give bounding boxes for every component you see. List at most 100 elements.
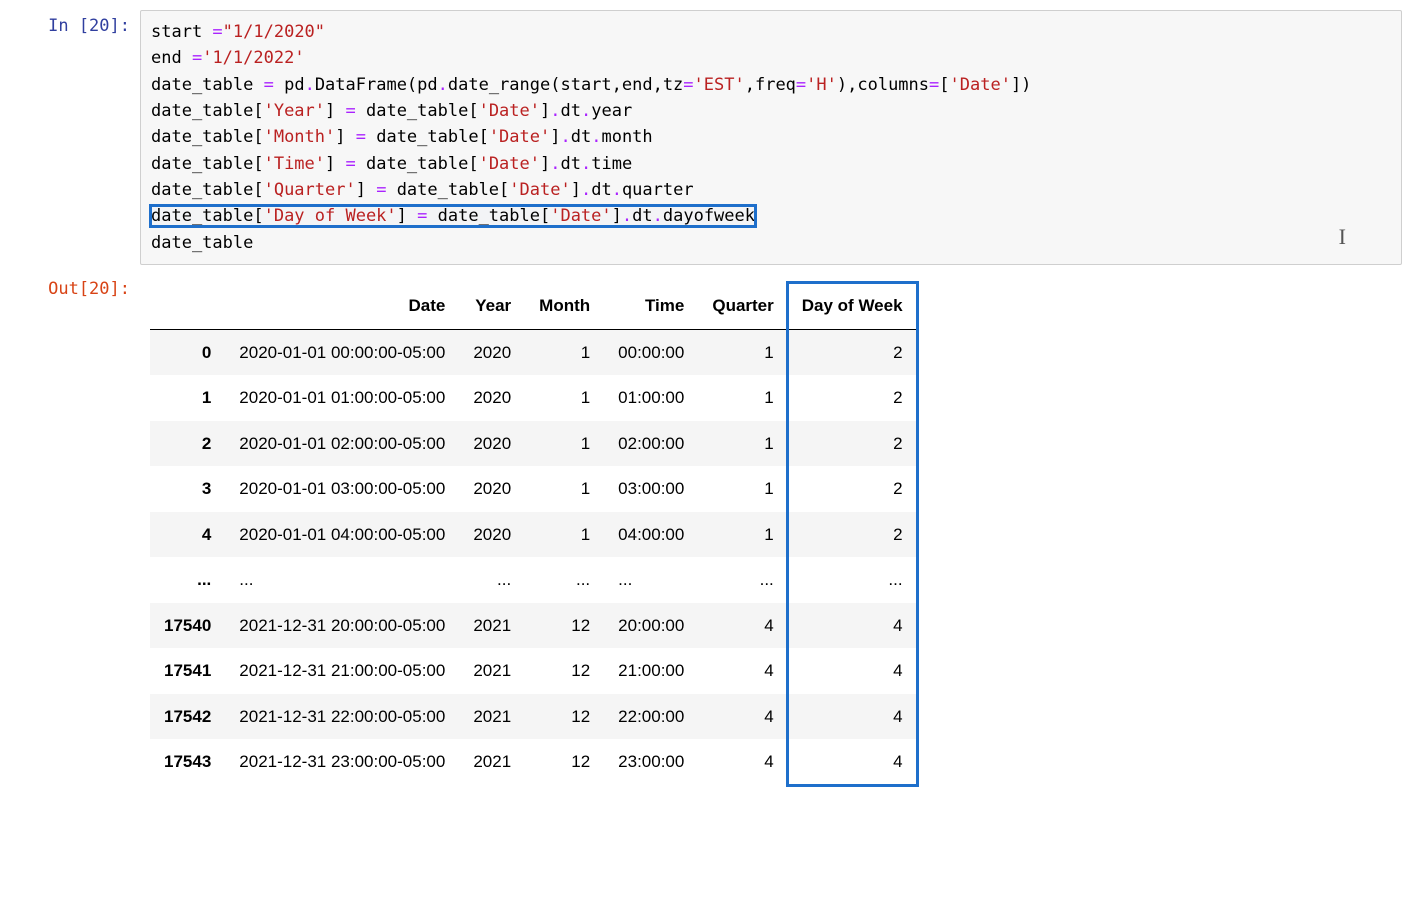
code-token: date_table <box>151 233 253 253</box>
row-index: 17541 <box>150 648 225 694</box>
cell: 01:00:00 <box>604 375 698 421</box>
row-index: 3 <box>150 466 225 512</box>
cell: 22:00:00 <box>604 694 698 740</box>
code-token: year <box>591 101 632 121</box>
code-token: DataFrame(pd <box>315 75 438 95</box>
code-token: date_range(start,end,tz <box>448 75 683 95</box>
cell: 4 <box>698 694 787 740</box>
code-token: ] <box>540 154 550 174</box>
row-index: 1 <box>150 375 225 421</box>
cell: 2 <box>788 512 917 558</box>
cell: 4 <box>788 648 917 694</box>
cell: 12 <box>525 739 604 785</box>
cell: 2021 <box>459 648 525 694</box>
table-row: 175402021-12-31 20:00:00-05:0020211220:0… <box>150 603 917 649</box>
cell: 00:00:00 <box>604 329 698 375</box>
cell: ... <box>698 557 787 603</box>
cell: ... <box>459 557 525 603</box>
output-cell: Out[20]: Date Year Month Time Quarter Da… <box>20 273 1402 799</box>
code-token: dayofweek <box>663 206 755 226</box>
cell: 2 <box>788 466 917 512</box>
table-row: 22020-01-01 02:00:00-05:002020102:00:001… <box>150 421 917 467</box>
row-index: 17542 <box>150 694 225 740</box>
code-token: ] <box>571 180 581 200</box>
code-token: date_table[ <box>151 180 264 200</box>
code-token: 'Month' <box>264 127 336 147</box>
cell: 1 <box>525 466 604 512</box>
code-token: [ <box>939 75 949 95</box>
code-token: . <box>622 206 632 226</box>
code-token: 'EST' <box>694 75 745 95</box>
code-token: ] <box>325 101 345 121</box>
code-token: date_table <box>151 75 264 95</box>
code-token: . <box>653 206 663 226</box>
code-token: quarter <box>622 180 694 200</box>
cell: 2021-12-31 20:00:00-05:00 <box>225 603 459 649</box>
cell: 12 <box>525 603 604 649</box>
cell: 2020 <box>459 329 525 375</box>
cell: 20:00:00 <box>604 603 698 649</box>
code-token: 'Date' <box>479 154 540 174</box>
code-token: date_table[ <box>356 101 479 121</box>
cell: 2 <box>788 375 917 421</box>
code-token: 'Date' <box>550 206 611 226</box>
cell: 1 <box>698 421 787 467</box>
code-token: dt <box>591 180 611 200</box>
col-header-date: Date <box>225 283 459 329</box>
code-token: dt <box>632 206 652 226</box>
cell: 1 <box>525 375 604 421</box>
code-token: ] <box>325 154 345 174</box>
code-token: 'Time' <box>264 154 325 174</box>
code-token: 'Day of Week' <box>264 206 397 226</box>
cell: 2 <box>788 421 917 467</box>
cell: 2020-01-01 01:00:00-05:00 <box>225 375 459 421</box>
table-row: 175422021-12-31 22:00:00-05:0020211222:0… <box>150 694 917 740</box>
row-index: 17543 <box>150 739 225 785</box>
table-body: 02020-01-01 00:00:00-05:002020100:00:001… <box>150 329 917 785</box>
cell: 2020-01-01 00:00:00-05:00 <box>225 329 459 375</box>
code-token: ] <box>335 127 355 147</box>
code-token: 'Date' <box>489 127 550 147</box>
code-token: 'H' <box>806 75 837 95</box>
code-editor[interactable]: start ="1/1/2020" end ='1/1/2022' date_t… <box>140 10 1402 265</box>
cell: 1 <box>525 421 604 467</box>
code-token: date_table[ <box>151 127 264 147</box>
row-index: 17540 <box>150 603 225 649</box>
table-row: ..................... <box>150 557 917 603</box>
col-header-month: Month <box>525 283 604 329</box>
code-token: ] <box>540 101 550 121</box>
col-header-year: Year <box>459 283 525 329</box>
code-token: = <box>376 180 386 200</box>
cell: ... <box>225 557 459 603</box>
col-header-time: Time <box>604 283 698 329</box>
code-token: "1/1/2020" <box>223 22 325 42</box>
code-token: = <box>417 206 427 226</box>
table-row: 42020-01-01 04:00:00-05:002020104:00:001… <box>150 512 917 558</box>
cell: 02:00:00 <box>604 421 698 467</box>
row-index: 2 <box>150 421 225 467</box>
code-token: date_table[ <box>386 180 509 200</box>
code-token: . <box>550 101 560 121</box>
col-header-quarter: Quarter <box>698 283 787 329</box>
cell: 1 <box>698 329 787 375</box>
code-token: date_table[ <box>151 206 264 226</box>
cell: 2020 <box>459 512 525 558</box>
cell: ... <box>788 557 917 603</box>
row-index: ... <box>150 557 225 603</box>
cell: 1 <box>698 512 787 558</box>
code-token: dt <box>561 154 581 174</box>
cell: 1 <box>698 375 787 421</box>
row-index: 4 <box>150 512 225 558</box>
code-token: end <box>151 48 192 68</box>
col-header-day-of-week: Day of Week <box>788 283 917 329</box>
cell: ... <box>525 557 604 603</box>
code-token: 'Date' <box>950 75 1011 95</box>
dataframe-table: Date Year Month Time Quarter Day of Week… <box>150 283 917 785</box>
output-prompt: Out[20]: <box>20 273 140 299</box>
code-token: dt <box>561 101 581 121</box>
input-cell: In [20]: start ="1/1/2020" end ='1/1/202… <box>20 10 1402 265</box>
table-row: 175412021-12-31 21:00:00-05:0020211221:0… <box>150 648 917 694</box>
cell: 4 <box>788 694 917 740</box>
cell: 2020 <box>459 421 525 467</box>
dataframe-wrapper: Date Year Month Time Quarter Day of Week… <box>150 279 917 785</box>
